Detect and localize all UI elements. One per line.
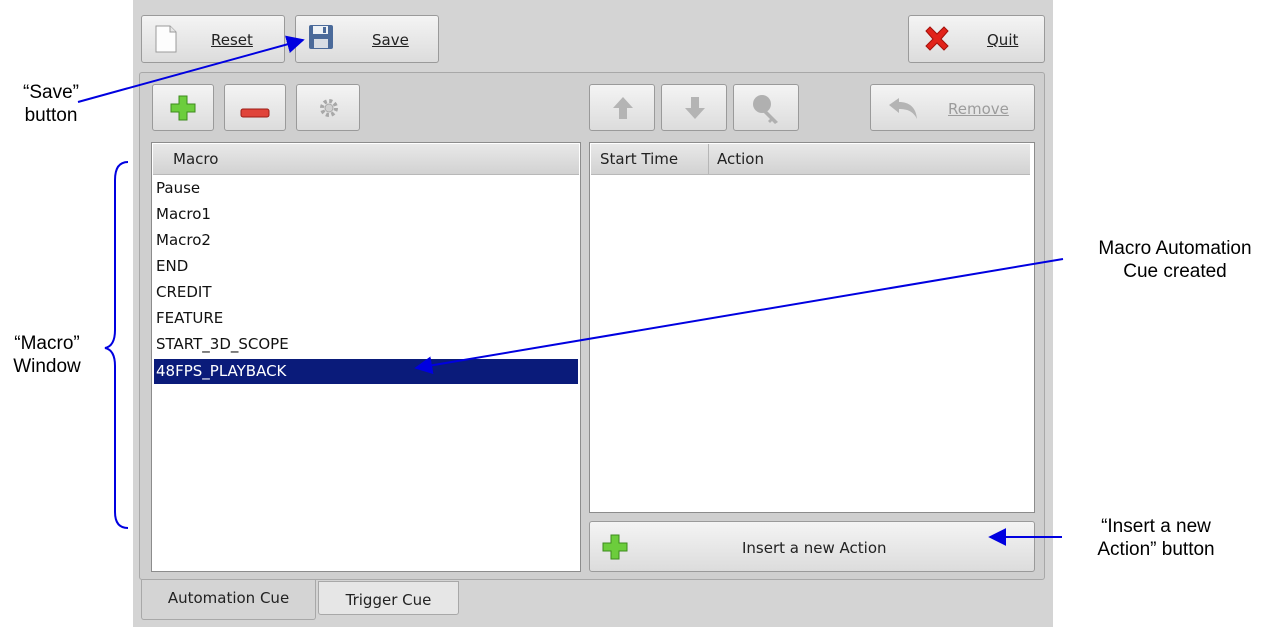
annotation-line: Cue created [1123,261,1227,282]
key-icon [750,93,782,129]
macro-column-header[interactable]: Macro [153,144,579,175]
save-button[interactable]: Save [295,15,439,63]
annotation-line: “Insert a new [1101,516,1211,537]
annotation-macro-window: “Macro” Window [4,332,90,378]
tab-automation-cue[interactable]: Automation Cue [141,580,316,620]
annotation-cue-created: Macro Automation Cue created [1066,237,1284,283]
configure-macro-button[interactable] [296,84,360,131]
quit-button[interactable]: Quit [908,15,1045,63]
list-item[interactable]: END [154,254,578,279]
floppy-disk-icon [308,24,334,54]
annotation-line: Macro Automation [1098,238,1252,259]
quit-label: Quit [987,31,1019,49]
add-macro-button[interactable] [152,84,214,131]
arrow-down-icon [684,96,706,124]
tab-trigger-cue-label: Trigger Cue [345,591,432,609]
document-icon [155,25,177,57]
close-x-icon [922,24,952,58]
remove-macro-button[interactable] [224,84,286,131]
annotation-line: Window [13,356,81,377]
list-item[interactable]: Pause [154,176,578,201]
list-item[interactable]: FEATURE [154,306,578,331]
annotation-insert-button: “Insert a new Action” button [1066,515,1246,561]
annotation-line: “Save” [23,82,79,103]
plus-icon [601,533,629,565]
macro-window-brace [104,161,129,529]
macro-list: Macro Pause Macro1 Macro2 END CREDIT FEA… [151,142,581,572]
arrow-up-icon [612,96,634,124]
move-up-button[interactable] [589,84,655,131]
list-item[interactable]: Macro2 [154,228,578,253]
macro-header-label: Macro [173,150,219,168]
move-down-button[interactable] [661,84,727,131]
list-item[interactable]: Macro1 [154,202,578,227]
annotation-line: button [24,105,78,126]
edit-action-button[interactable] [733,84,799,131]
gear-icon [319,98,339,122]
action-table-header: Start Time Action [591,144,1030,175]
annotation-line: Action” button [1097,539,1215,560]
annotation-line: “Macro” [14,333,80,354]
plus-icon [169,94,197,126]
remove-action-button[interactable]: Remove [870,84,1035,131]
save-label: Save [372,31,409,49]
list-item[interactable]: CREDIT [154,280,578,305]
reset-label: Reset [211,31,253,49]
insert-new-action-label: Insert a new Action [742,539,887,557]
action-table: Start Time Action [589,142,1035,513]
undo-arrow-icon [887,97,919,125]
tab-automation-cue-label: Automation Cue [167,589,290,607]
tab-trigger-cue[interactable]: Trigger Cue [318,581,459,615]
start-time-column-header[interactable]: Start Time [600,150,678,168]
list-item[interactable]: START_3D_SCOPE [154,332,578,357]
remove-label: Remove [948,100,1009,118]
action-column-header[interactable]: Action [717,150,764,168]
insert-new-action-button[interactable]: Insert a new Action [589,521,1035,572]
list-item-selected[interactable]: 48FPS_PLAYBACK [154,359,578,384]
reset-button[interactable]: Reset [141,15,285,63]
minus-icon [240,104,270,122]
annotation-save-button: “Save” button [6,81,96,127]
column-divider [708,144,709,174]
